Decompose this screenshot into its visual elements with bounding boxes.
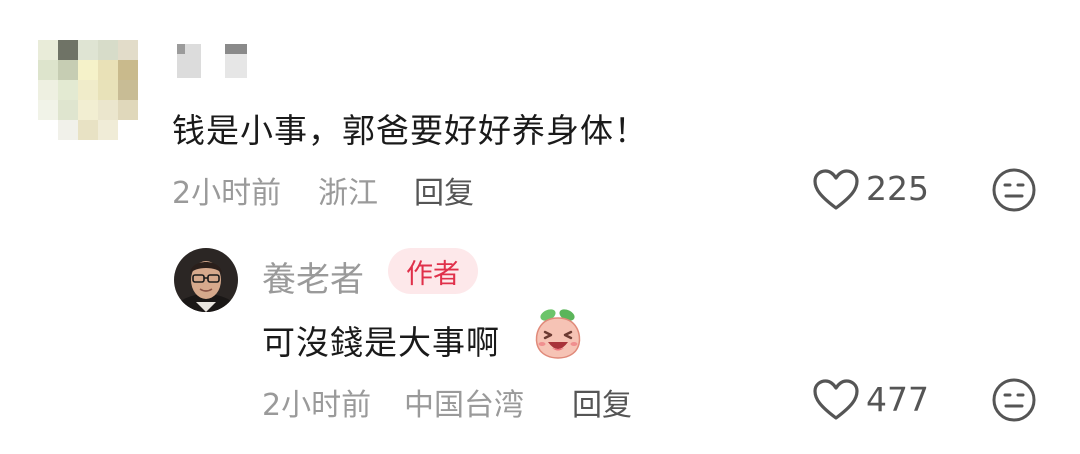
reply-time: 2小时前 <box>262 388 372 423</box>
reply-button[interactable]: 回复 <box>572 380 632 424</box>
author-avatar[interactable] <box>174 248 238 312</box>
reply-location: 中国台湾 <box>404 388 524 423</box>
heart-outline-icon[interactable] <box>812 378 860 422</box>
commenter-avatar-pixelated[interactable] <box>38 40 138 140</box>
comment-text: 钱是小事，郭爸要好好养身体！ <box>172 111 648 150</box>
author-badge: 作者 <box>388 248 478 294</box>
like-count: 225 <box>866 169 929 208</box>
meh-face-icon[interactable] <box>991 167 1037 213</box>
comment-time: 2小时前 <box>172 176 282 211</box>
peach-laughing-emoji <box>532 306 584 360</box>
like-count: 477 <box>866 380 929 419</box>
commenter-name-pixelated[interactable] <box>177 42 247 82</box>
comment-location: 浙江 <box>318 176 378 211</box>
author-name[interactable]: 養老者 <box>262 252 364 301</box>
reply-text: 可沒錢是大事啊 <box>262 323 500 362</box>
heart-outline-icon[interactable] <box>812 168 860 212</box>
meh-face-icon[interactable] <box>991 377 1037 423</box>
reply-button[interactable]: 回复 <box>414 168 474 212</box>
